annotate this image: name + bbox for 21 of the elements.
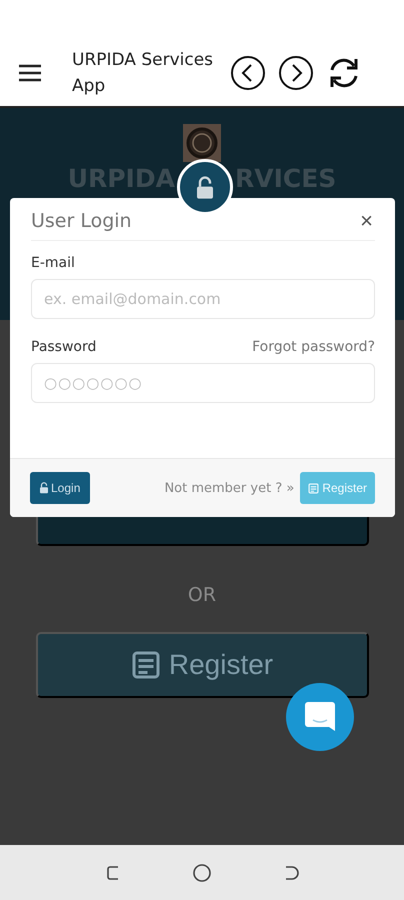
password-field[interactable]: ○○○○○○○ bbox=[31, 363, 375, 403]
menu-icon[interactable] bbox=[18, 64, 42, 82]
field-label: Password bbox=[31, 339, 96, 355]
forgot-password-link[interactable]: Forgot password? bbox=[252, 339, 375, 355]
close-button[interactable]: × bbox=[358, 210, 375, 232]
forward-icon[interactable] bbox=[278, 55, 314, 91]
lock-icon bbox=[40, 482, 48, 494]
login-button[interactable]: Login bbox=[30, 472, 90, 504]
or-separator: OR bbox=[188, 584, 216, 606]
email-field[interactable]: ex. email@domain.com bbox=[31, 279, 375, 319]
register-button[interactable]: Register bbox=[36, 632, 368, 698]
dialog-title: User Login bbox=[31, 210, 132, 232]
signup-prompt: Not member yet ? » bbox=[164, 480, 294, 496]
app-title: URPIDA Services App bbox=[72, 49, 214, 98]
chat-icon bbox=[304, 700, 336, 734]
home-icon[interactable] bbox=[192, 862, 212, 882]
field-label: E-mail bbox=[31, 255, 75, 271]
back-icon[interactable] bbox=[230, 55, 266, 91]
form-icon bbox=[130, 650, 161, 680]
form-icon bbox=[308, 482, 320, 494]
lock-icon bbox=[197, 176, 213, 198]
